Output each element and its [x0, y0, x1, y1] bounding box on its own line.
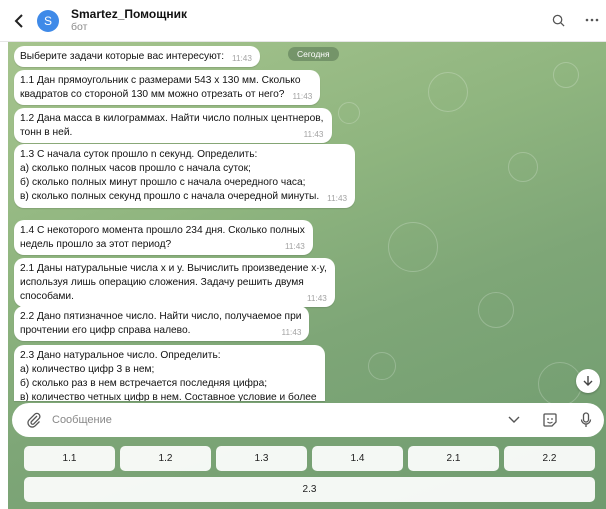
message-bubble[interactable]: 1.4 С некоторого момента прошло 234 дня.…	[14, 220, 313, 256]
keyboard-button[interactable]: 2.2	[504, 446, 595, 471]
arrow-down-icon	[583, 376, 593, 386]
keyboard-button[interactable]: 1.2	[120, 446, 211, 471]
message-text: Выберите задачи которые вас интересуют:	[20, 51, 225, 62]
message-text: 1.4 С некоторого момента прошло 234 дня.…	[20, 225, 305, 251]
message-bubble[interactable]: 2.2 Дано пятизначное число. Найти число,…	[14, 306, 310, 342]
message-text: 2.3 Дано натуральное число. Определить: …	[20, 350, 317, 401]
header-actions	[550, 12, 600, 28]
message-time: 11:43	[306, 294, 327, 304]
search-icon	[552, 14, 565, 27]
bot-keyboard: 1.1 1.2 1.3 1.4 2.1 2.2 2.3	[12, 441, 604, 509]
message-composer	[12, 403, 604, 437]
message-time: 11:43	[303, 130, 324, 140]
sticker-icon	[543, 413, 557, 427]
chevron-left-icon	[14, 13, 23, 28]
chat-title: Smartez_Помощник	[71, 6, 187, 21]
message-time: 11:43	[292, 92, 313, 102]
scroll-down-button[interactable]	[576, 369, 600, 393]
doodle-pattern	[428, 72, 468, 112]
doodle-pattern	[338, 102, 360, 124]
chat-header: S Smartez_Помощник бот	[0, 0, 606, 42]
message-input[interactable]	[52, 414, 432, 426]
chat-subtitle: бот	[71, 21, 88, 34]
message-text: 1.1 Дан прямоугольник с размерами 543 х …	[20, 75, 301, 101]
doodle-pattern	[368, 352, 396, 380]
message-text: 2.2 Дано пятизначное число. Найти число,…	[20, 311, 302, 337]
search-button[interactable]	[550, 12, 566, 28]
chat-title-block[interactable]: Smartez_Помощник бот	[71, 6, 187, 34]
message-bubble[interactable]: 2.1 Даны натуральные числа x и y. Вычисл…	[14, 258, 335, 308]
keyboard-button[interactable]: 1.1	[24, 446, 115, 471]
more-horizontal-icon	[585, 18, 599, 22]
keyboard-button[interactable]: 1.4	[312, 446, 403, 471]
message-bubble[interactable]: 2.3 Дано натуральное число. Определить: …	[14, 345, 325, 401]
keyboard-button[interactable]: 2.3	[24, 477, 595, 502]
voice-button[interactable]	[578, 412, 594, 428]
message-bubble[interactable]: 1.1 Дан прямоугольник с размерами 543 х …	[14, 70, 321, 106]
back-button[interactable]	[9, 11, 29, 31]
doodle-pattern	[508, 152, 538, 182]
message-bubble[interactable]: 1.3 С начала суток прошло n секунд. Опре…	[14, 144, 356, 208]
expand-keyboard-button[interactable]	[506, 412, 522, 428]
avatar[interactable]: S	[37, 9, 59, 32]
keyboard-button[interactable]: 1.3	[216, 446, 307, 471]
message-bubble[interactable]: Выберите задачи которые вас интересуют: 1…	[14, 46, 260, 68]
microphone-icon	[580, 412, 592, 427]
composer-actions	[506, 412, 594, 428]
attach-button[interactable]	[26, 412, 42, 428]
doodle-pattern	[553, 62, 579, 88]
sticker-button[interactable]	[542, 412, 558, 428]
doodle-pattern	[478, 292, 514, 328]
message-text: 2.1 Даны натуральные числа x и y. Вычисл…	[20, 263, 327, 303]
message-time: 11:43	[281, 328, 302, 338]
chevron-down-icon	[508, 416, 520, 423]
message-time: 11:43	[327, 194, 348, 204]
message-bubble[interactable]: 1.2 Дана масса в килограммах. Найти числ…	[14, 108, 332, 144]
date-separator: Сегодня	[288, 47, 339, 61]
doodle-pattern	[388, 222, 438, 272]
message-text: 1.2 Дана масса в килограммах. Найти числ…	[20, 113, 324, 139]
more-button[interactable]	[584, 12, 600, 28]
message-time: 11:43	[284, 242, 305, 252]
message-text: 1.3 С начала суток прошло n секунд. Опре…	[20, 149, 320, 203]
paperclip-icon	[27, 412, 41, 428]
message-time: 11:43	[232, 54, 252, 63]
keyboard-button[interactable]: 2.1	[408, 446, 499, 471]
